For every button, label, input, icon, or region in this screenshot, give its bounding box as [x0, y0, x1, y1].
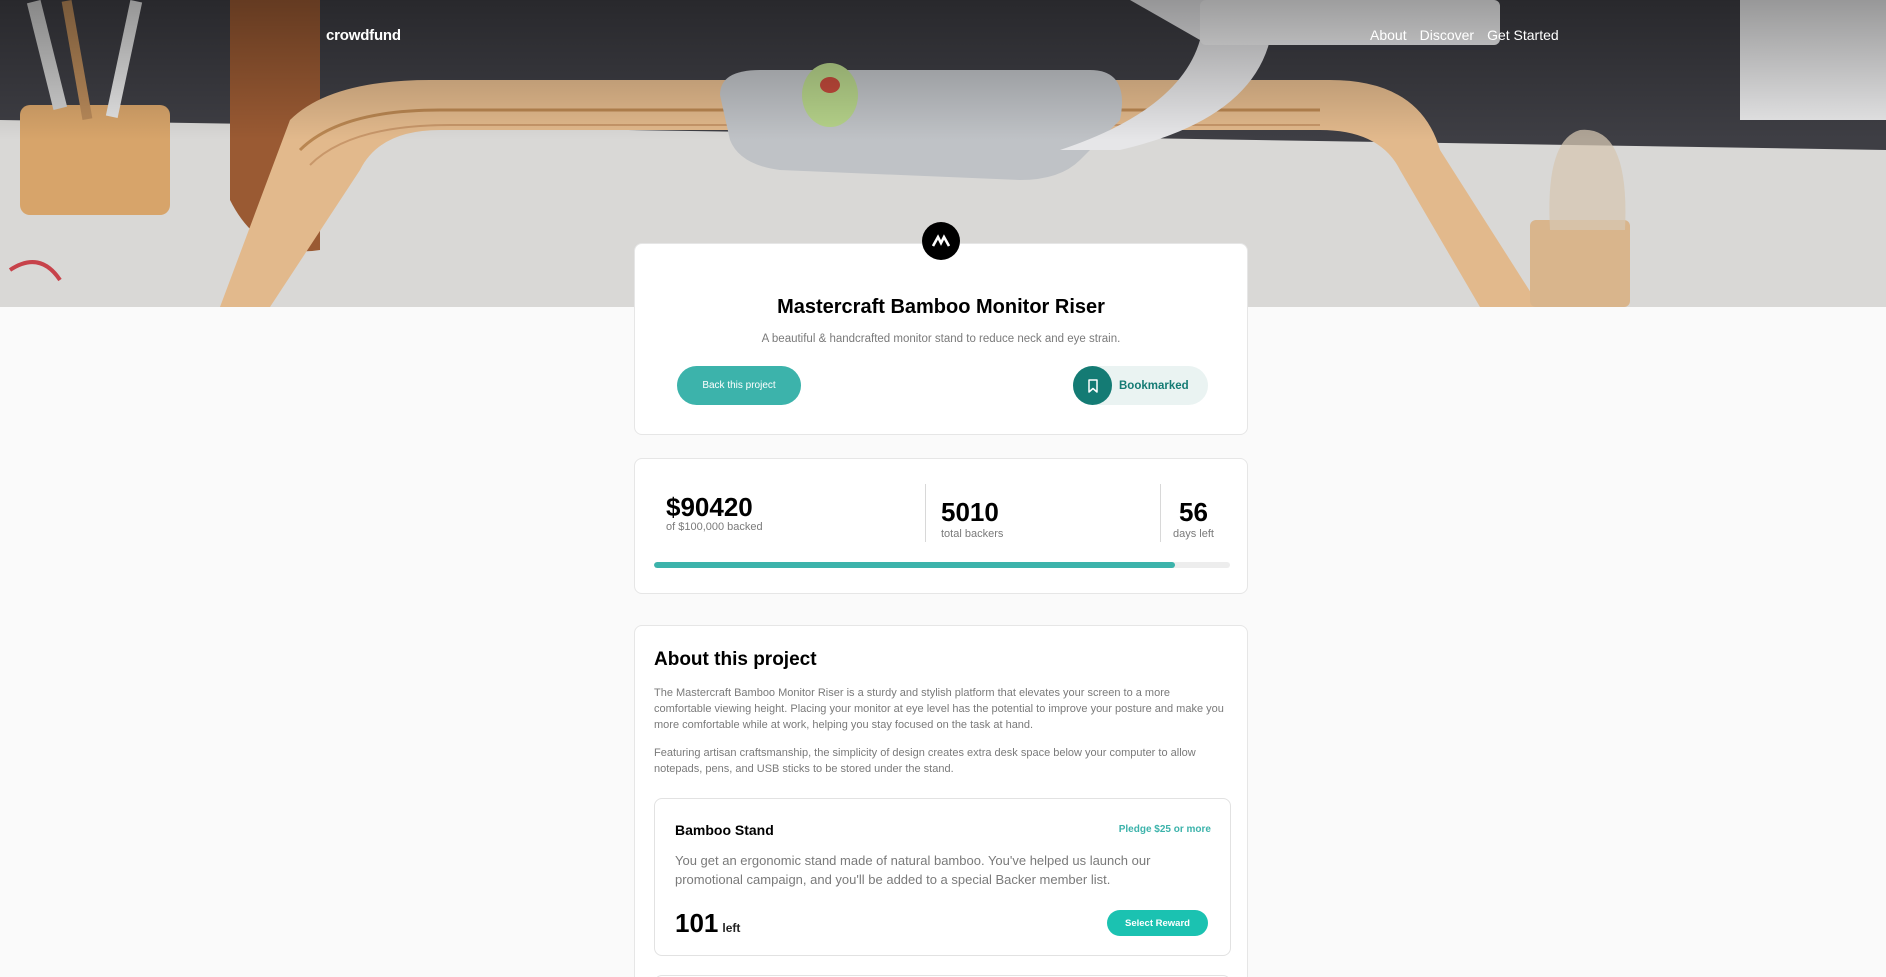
about-title: About this project [654, 649, 817, 670]
nav-link-get-started[interactable]: Get Started [1487, 27, 1559, 43]
stat-days-label: days left [1173, 528, 1214, 540]
bookmark-icon [1073, 366, 1112, 405]
project-title: Mastercraft Bamboo Monitor Riser [777, 296, 1105, 318]
funding-progress-fill [654, 562, 1175, 568]
nav-link-about[interactable]: About [1370, 27, 1407, 43]
stat-divider [925, 484, 926, 542]
project-stats-card: $90420 of $100,000 backed 5010 total bac… [634, 458, 1248, 594]
back-project-button[interactable]: Back this project [677, 366, 801, 405]
reward-name: Bamboo Stand [675, 822, 774, 838]
stat-backers-label: total backers [941, 528, 1004, 540]
stat-backed-value: $90420 [666, 492, 753, 522]
nav-link-discover[interactable]: Discover [1420, 27, 1474, 43]
stat-divider [1160, 484, 1161, 542]
reward-description: You get an ergonomic stand made of natur… [675, 853, 1151, 887]
reward-left-label: left [722, 921, 741, 935]
funding-progress-bar [654, 562, 1230, 568]
project-intro-card: Mastercraft Bamboo Monitor Riser A beaut… [634, 243, 1248, 435]
hero-overlay [0, 0, 1886, 140]
reward-pledge: Pledge $25 or more [1118, 824, 1211, 835]
top-nav: About Discover Get Started [1370, 27, 1559, 43]
about-paragraph: The Mastercraft Bamboo Monitor Riser is … [654, 687, 1224, 731]
reward-count: 101 [675, 908, 719, 938]
about-paragraph: Featuring artisan craftsmanship, the sim… [654, 747, 1196, 775]
stat-backed-label: of $100,000 backed [666, 521, 763, 533]
project-subtitle: A beautiful & handcrafted monitor stand … [761, 333, 1121, 345]
mastercraft-logo-icon [922, 222, 960, 260]
reward-card-bamboo-stand: Bamboo Stand Pledge $25 or more You get … [654, 798, 1231, 956]
stat-backed: $90420 [666, 494, 753, 520]
select-reward-button[interactable]: Select Reward [1107, 910, 1208, 936]
stat-days: 56 days left [1173, 499, 1214, 540]
stat-backers: 5010 total backers [941, 499, 1003, 540]
stat-days-value: 56 [1179, 497, 1208, 527]
bookmark-button[interactable]: Bookmarked [1073, 366, 1208, 405]
site-logo[interactable]: crowdfund [326, 27, 401, 44]
bookmark-label: Bookmarked [1119, 379, 1189, 392]
reward-stock: 101 left [675, 908, 740, 939]
stat-backers-value: 5010 [941, 497, 999, 527]
about-project-card: About this project The Mastercraft Bambo… [634, 625, 1248, 977]
